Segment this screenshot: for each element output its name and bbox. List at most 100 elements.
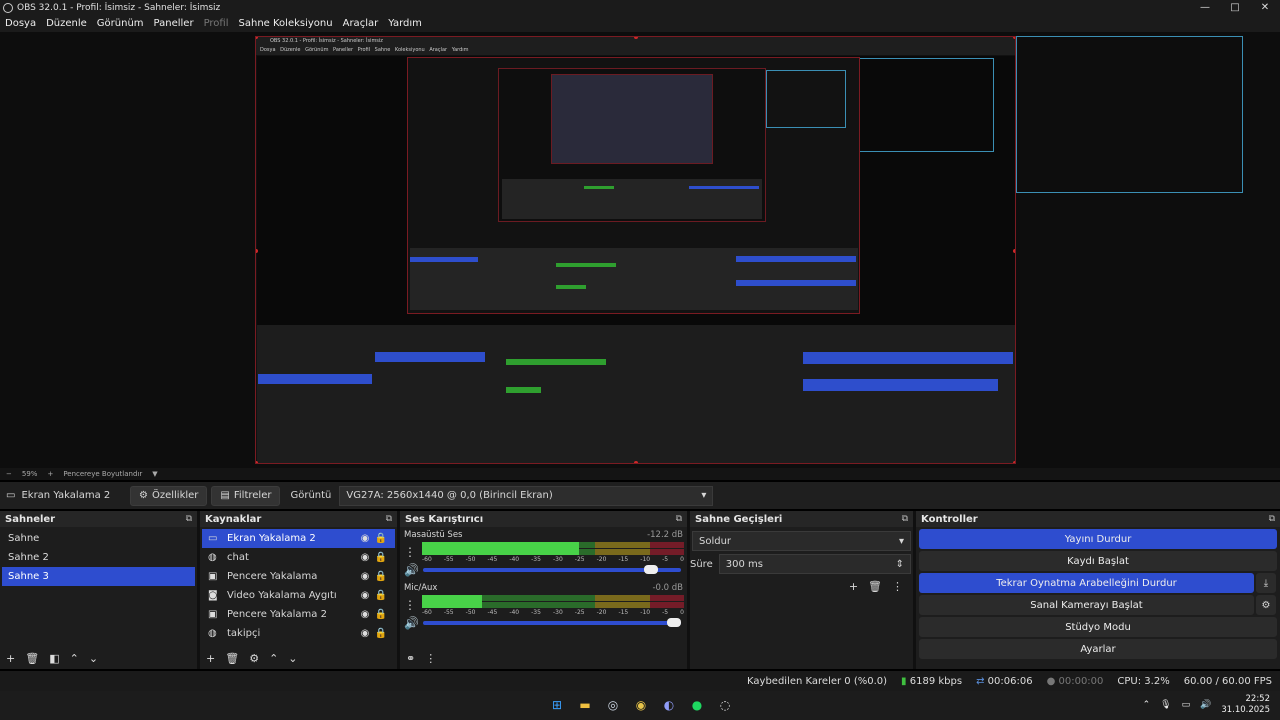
gear-icon[interactable]: ⚙ [1256,595,1276,615]
source-item[interactable]: ◙ Video Yakalama Aygıtı ◉ 🔒 [202,586,395,605]
menu-profil[interactable]: Profil [199,18,234,29]
trash-icon[interactable]: 🗑 [868,580,882,593]
eye-icon[interactable]: ◉ [357,628,373,639]
resize-handle[interactable] [1013,461,1015,463]
start-record-button[interactable]: Kaydı Başlat [919,551,1277,571]
eye-icon[interactable]: ◉ [357,590,373,601]
duration-spinbox[interactable]: 300 ms ⇕ [718,554,911,574]
zoom-dropdown-icon[interactable]: ▼ [152,470,157,478]
move-up-icon[interactable]: ⌃ [269,652,278,665]
filters-button[interactable]: ▤ Filtreler [211,485,281,506]
menu-araclar[interactable]: Araçlar [338,18,384,29]
volume-icon[interactable]: 🔊 [1200,700,1211,710]
fit-to-window[interactable]: Pencereye Boyutlandır [63,470,142,478]
zoom-in-button[interactable]: + [47,470,53,478]
move-up-icon[interactable]: ⌃ [70,652,79,665]
more-icon[interactable]: ⋮ [425,652,436,665]
meter-tick-label: -40 [509,556,520,563]
undock-icon[interactable]: ⧉ [186,514,192,524]
chrome-icon[interactable]: ◉ [631,695,651,715]
monitor-icon[interactable]: ▭ [1182,700,1191,710]
lock-icon[interactable]: 🔒 [373,628,389,639]
more-icon[interactable]: ⋮ [892,580,903,593]
maximize-button[interactable]: □ [1220,0,1250,15]
undock-icon[interactable]: ⧉ [386,514,392,524]
mic-icon[interactable]: 🎙 [1160,700,1171,710]
more-icon[interactable]: ⋮ [404,545,416,559]
move-down-icon[interactable]: ⌄ [89,652,98,665]
studio-mode-button[interactable]: Stüdyo Modu [919,617,1277,637]
settings-button[interactable]: Ayarlar [919,639,1277,659]
meter-tick-label: -20 [596,609,607,616]
speaker-icon[interactable]: 🔊 [404,563,419,577]
nested-meter-2b [556,285,586,289]
lock-icon[interactable]: 🔒 [373,571,389,582]
lock-icon[interactable]: 🔒 [373,533,389,544]
volume-knob[interactable] [643,565,658,574]
menu-duzenle[interactable]: Düzenle [41,18,92,29]
eye-icon[interactable]: ◉ [357,533,373,544]
volume-slider[interactable] [422,618,681,627]
trash-icon[interactable]: 🗑 [25,652,39,665]
zoom-out-button[interactable]: − [6,470,12,478]
file-explorer-icon[interactable]: ▬ [575,695,595,715]
add-icon[interactable]: + [6,652,15,665]
steam-icon[interactable]: ◎ [603,695,623,715]
lock-icon[interactable]: 🔒 [373,590,389,601]
volume-slider[interactable] [422,565,681,574]
source-item[interactable]: ▭ Ekran Yakalama 2 ◉ 🔒 [202,529,395,548]
start-virtual-camera-button[interactable]: Sanal Kamerayı Başlat [919,595,1254,615]
undock-icon[interactable]: ⧉ [902,514,908,524]
close-button[interactable]: ✕ [1250,0,1280,15]
resize-handle[interactable] [1013,249,1015,253]
nested-obs-capture[interactable]: OBS 32.0.1 - Profil: İsimsiz - Sahneler:… [255,36,1016,464]
scene-item[interactable]: Sahne [2,529,195,548]
add-icon[interactable]: + [206,652,215,665]
properties-button[interactable]: ⚙ Özellikler [130,485,208,506]
add-icon[interactable]: + [849,580,858,593]
scene-item[interactable]: Sahne 2 [2,548,195,567]
minimize-button[interactable]: — [1190,0,1220,15]
source-item[interactable]: ▣ Pencere Yakalama ◉ 🔒 [202,567,395,586]
lock-icon[interactable]: 🔒 [373,609,389,620]
filter-icon[interactable]: ◧ [49,652,59,665]
menu-yardim[interactable]: Yardım [383,18,427,29]
menu-sahne-koleksiyonu[interactable]: Sahne Koleksiyonu [234,18,338,29]
menu-dosya[interactable]: Dosya [0,18,41,29]
save-replay-icon[interactable]: ⤓ [1256,573,1276,593]
tray-chevron-icon[interactable]: ⌃ [1143,700,1151,710]
duration-label: Süre [690,558,713,570]
stop-replay-button[interactable]: Tekrar Oynatma Arabelleğini Durdur [919,573,1254,593]
stop-stream-button[interactable]: Yayını Durdur [919,529,1277,549]
transition-select[interactable]: Soldur ▾ [692,531,911,551]
undock-icon[interactable]: ⧉ [676,514,682,524]
windows-start-icon[interactable]: ⊞ [547,695,567,715]
scene-item[interactable]: Sahne 3 [2,567,195,586]
lock-icon[interactable]: 🔒 [373,552,389,563]
spotify-icon[interactable]: ● [687,695,707,715]
clock[interactable]: 22:52 31.10.2025 [1221,694,1270,716]
move-down-icon[interactable]: ⌄ [288,652,297,665]
menu-gorunum[interactable]: Görünüm [92,18,149,29]
speaker-icon[interactable]: 🔊 [404,616,419,630]
eye-icon[interactable]: ◉ [357,609,373,620]
obs-taskbar-icon[interactable]: ◌ [715,695,735,715]
link-icon[interactable]: ⚭ [406,652,415,665]
more-icon[interactable]: ⋮ [404,598,416,612]
source-item[interactable]: ◍ chat ◉ 🔒 [202,548,395,567]
display-select[interactable]: VG27A: 2560x1440 @ 0,0 (Birincil Ekran) … [339,485,714,506]
sources-list: ▭ Ekran Yakalama 2 ◉ 🔒 ◍ chat ◉ 🔒 ▣ Pencere Yak… [200,527,397,645]
menu-paneller[interactable]: Paneller [149,18,199,29]
resize-handle[interactable] [256,461,258,463]
source-item[interactable]: ◍ takipçi ◉ 🔒 [202,624,395,643]
resize-handle[interactable] [634,461,638,463]
source-item[interactable]: ▣ Pencere Yakalama 2 ◉ 🔒 [202,605,395,624]
eye-icon[interactable]: ◉ [357,571,373,582]
trash-icon[interactable]: 🗑 [225,652,239,665]
eye-icon[interactable]: ◉ [357,552,373,563]
undock-icon[interactable]: ⧉ [1269,514,1275,524]
resize-handle[interactable] [1013,37,1015,39]
volume-knob[interactable] [666,618,681,627]
gear-icon[interactable]: ⚙ [249,652,259,665]
discord-icon[interactable]: ◐ [659,695,679,715]
